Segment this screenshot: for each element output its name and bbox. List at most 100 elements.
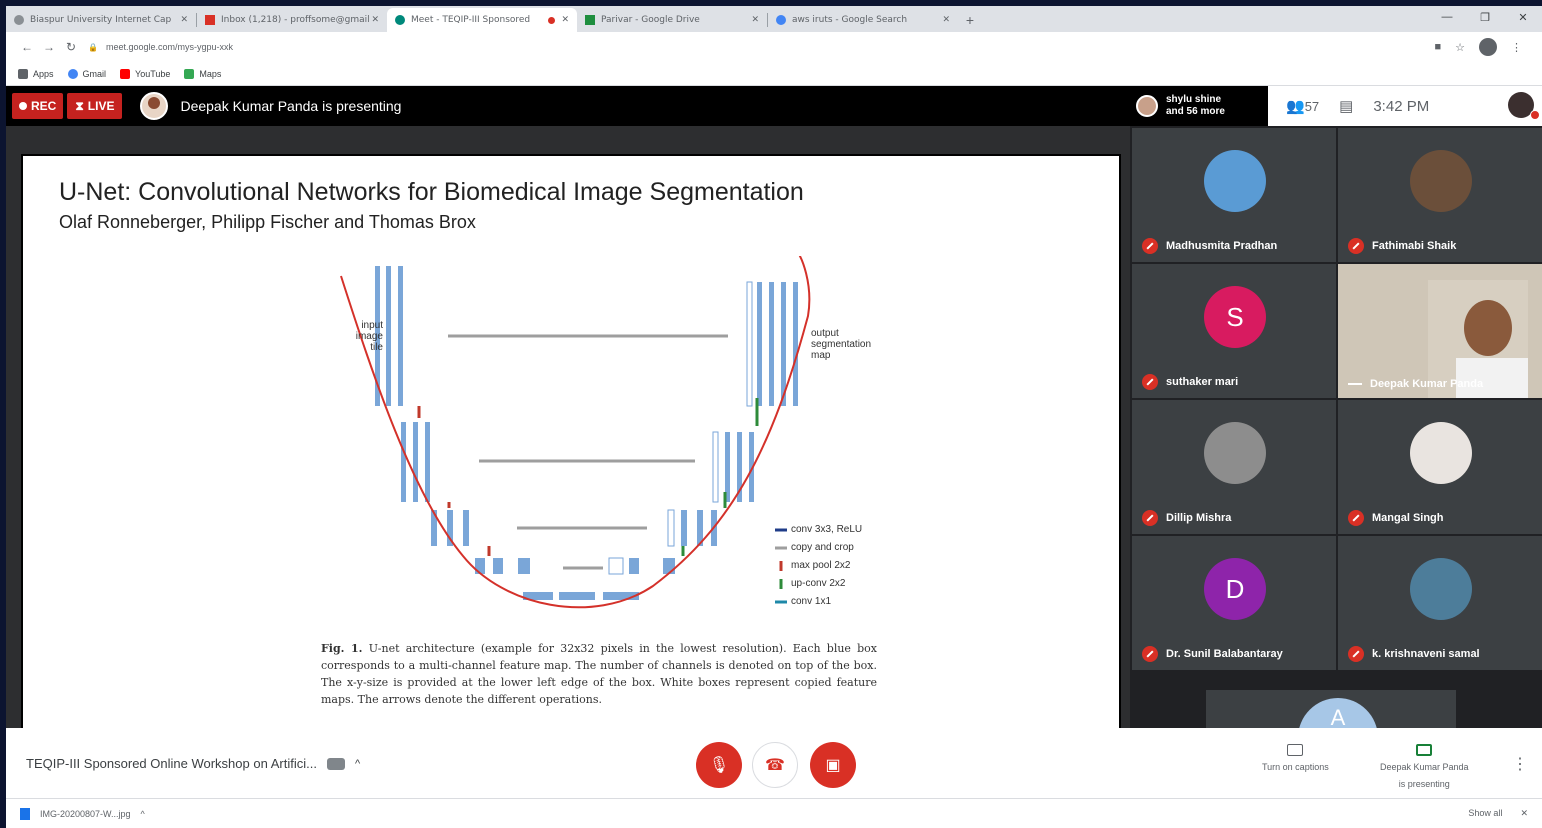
window-controls: — ❐ ✕: [1428, 6, 1542, 28]
people-icon[interactable]: 👥57: [1286, 97, 1319, 115]
recording-dot-icon: [548, 16, 556, 24]
minimize-icon[interactable]: —: [1428, 6, 1466, 28]
tab-title: Biaspur University Internet Cap: [30, 15, 172, 25]
address-bar[interactable]: 🔒 meet.google.com/mys-ygpu-xxk: [88, 36, 1434, 58]
forward-icon[interactable]: →: [38, 40, 60, 54]
tab-search[interactable]: aws iruts - Google Search ✕: [768, 8, 958, 32]
participant-tile[interactable]: D Dr. Sunil Balabantaray: [1132, 536, 1336, 670]
apps-grid-icon: [18, 68, 28, 79]
tab-title: Inbox (1,218) - proffsome@gmail: [221, 15, 370, 25]
people-count: 57: [1304, 99, 1320, 114]
participant-name: Madhusmita Pradhan: [1166, 240, 1278, 252]
presenting-label: is presenting: [1398, 779, 1450, 789]
participant-video-tile[interactable]: Deepak Kumar Panda: [1338, 264, 1542, 398]
camera-toggle-button[interactable]: ▣: [810, 742, 856, 788]
rec-label: REC: [31, 99, 57, 113]
meet-icon: [395, 15, 405, 25]
bookmark-label: YouTube: [135, 68, 171, 79]
legend-maxpool: max pool 2x2: [791, 560, 850, 571]
maximize-icon[interactable]: ❐: [1466, 6, 1504, 28]
slide-title: U-Net: Convolutional Networks for Biomed…: [59, 178, 804, 206]
participant-tile[interactable]: Dillip Mishra: [1132, 400, 1336, 534]
tab-gmail[interactable]: Inbox (1,218) - proffsome@gmail ✕: [197, 8, 387, 32]
output-label-line: map: [811, 350, 831, 361]
participant-tile-partial[interactable]: A: [1206, 690, 1456, 728]
recording-badge[interactable]: REC: [12, 93, 64, 119]
participant-tile[interactable]: Fathimabi Shaik: [1338, 128, 1542, 262]
participant-tile[interactable]: k. krishnaveni samal: [1338, 536, 1542, 670]
menu-icon[interactable]: ⋮: [1511, 41, 1522, 54]
participant-tile[interactable]: Mangal Singh: [1338, 400, 1542, 534]
slide-authors: Olaf Ronneberger, Philipp Fischer and Th…: [59, 212, 476, 232]
participant-tile[interactable]: S suthaker mari: [1132, 264, 1336, 398]
close-icon[interactable]: ✕: [1520, 808, 1528, 819]
participant-name: k. krishnaveni samal: [1372, 648, 1480, 660]
participant-tile[interactable]: Madhusmita Pradhan: [1132, 128, 1336, 262]
more-options-icon[interactable]: ⋮: [1512, 754, 1528, 774]
bookmark-label: Gmail: [82, 68, 107, 79]
participant-avatar: [1410, 422, 1472, 484]
tab-meet[interactable]: Meet - TEQIP-III Sponsored ✕: [387, 8, 577, 32]
feature-map-box: [475, 558, 485, 574]
new-tab-button[interactable]: +: [958, 8, 982, 32]
live-badge[interactable]: ⧗ LIVE: [67, 93, 123, 119]
download-item[interactable]: IMG-20200807-W...jpg ^: [20, 807, 145, 820]
close-tab-icon[interactable]: ✕: [561, 15, 569, 25]
lock-icon: 🔒: [88, 42, 98, 52]
feature-map-box: [793, 282, 798, 406]
mic-off-icon: [1348, 646, 1364, 662]
meet-controls-bar: TEQIP-III Sponsored Online Workshop on A…: [6, 728, 1542, 798]
reload-icon[interactable]: ↻: [60, 40, 82, 54]
mic-off-icon: [1142, 646, 1158, 662]
participant-name: Dillip Mishra: [1166, 512, 1232, 524]
mic-toggle-button[interactable]: 🎙: [696, 742, 742, 788]
participant-avatar: [1204, 422, 1266, 484]
feature-map-box: [413, 422, 418, 502]
mic-off-icon: [1142, 374, 1158, 390]
participant-avatar: [1204, 150, 1266, 212]
tab-drive[interactable]: Parivar - Google Drive ✕: [577, 8, 767, 32]
meeting-details[interactable]: TEQIP-III Sponsored Online Workshop on A…: [26, 756, 360, 771]
participants-summary[interactable]: shylu shine and 56 more: [1130, 86, 1268, 126]
output-label: output segmentation map: [811, 328, 871, 361]
show-all-button[interactable]: Show all: [1468, 808, 1502, 819]
copied-feature-map: [712, 431, 719, 503]
bookmark-star-icon[interactable]: ☆: [1455, 41, 1465, 54]
camera-indicator-icon[interactable]: ■: [1434, 41, 1441, 53]
close-tab-icon[interactable]: ✕: [942, 15, 950, 25]
bookmark-label: Apps: [33, 68, 54, 79]
participant-name: Dr. Sunil Balabantaray: [1166, 648, 1283, 660]
leave-call-button[interactable]: ☎: [752, 742, 798, 788]
bookmark-apps[interactable]: Apps: [18, 68, 54, 79]
presenting-button[interactable]: Deepak Kumar Panda is presenting: [1380, 744, 1469, 790]
legend-conv: conv 3x3, ReLU: [791, 524, 862, 535]
copied-feature-map: [667, 509, 675, 547]
legend-label: copy and crop: [791, 542, 854, 553]
tab-university[interactable]: Biaspur University Internet Cap ✕: [6, 8, 196, 32]
close-tab-icon[interactable]: ✕: [180, 15, 188, 25]
tab-title: aws iruts - Google Search: [792, 15, 908, 25]
captions-button[interactable]: Turn on captions: [1262, 744, 1329, 773]
people-icon: [326, 757, 345, 770]
participant-name: suthaker mari: [1166, 376, 1239, 388]
participant-name-line: shylu shine: [1166, 94, 1222, 105]
close-window-icon[interactable]: ✕: [1504, 6, 1542, 28]
bookmark-youtube[interactable]: YouTube: [120, 68, 171, 79]
feature-map-box: [463, 510, 469, 546]
caption-text: U-net architecture (example for 32x32 pi…: [321, 642, 877, 706]
bookmark-gmail[interactable]: Gmail: [67, 68, 107, 79]
chat-icon[interactable]: ▤: [1339, 97, 1353, 115]
caption-fig-label: Fig. 1.: [321, 642, 363, 655]
profile-avatar[interactable]: [1479, 38, 1497, 56]
chevron-up-icon[interactable]: ^: [141, 809, 145, 819]
close-tab-icon[interactable]: ✕: [371, 15, 379, 25]
bookmark-maps[interactable]: Maps: [184, 68, 221, 79]
mic-off-icon: [1142, 238, 1158, 254]
back-icon[interactable]: ←: [16, 40, 38, 54]
google-icon: [67, 68, 78, 79]
close-tab-icon[interactable]: ✕: [751, 15, 759, 25]
participant-name: Deepak Kumar Panda: [1370, 378, 1484, 390]
maps-icon: [184, 68, 195, 79]
record-dot-icon: [19, 102, 27, 110]
live-icon: ⧗: [75, 98, 84, 113]
